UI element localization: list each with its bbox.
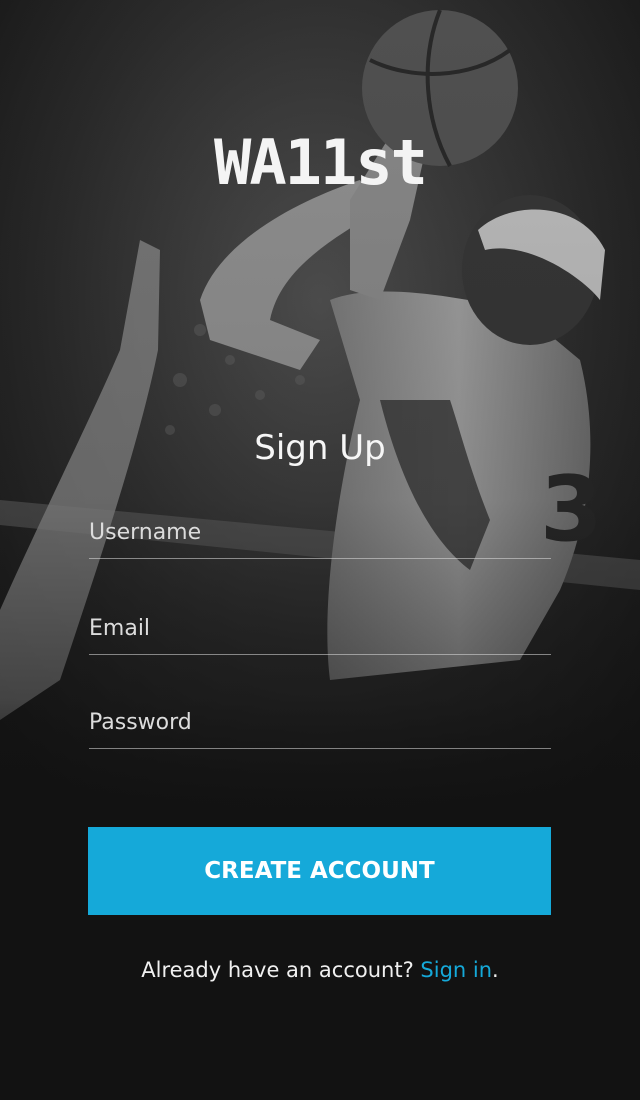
username-field-container <box>89 512 551 559</box>
email-input[interactable] <box>89 608 551 648</box>
password-input[interactable] <box>89 702 551 742</box>
email-field-container <box>89 608 551 655</box>
page-title: Sign Up <box>254 428 386 468</box>
sign-in-prompt-text: Already have an account? <box>141 958 421 982</box>
sign-up-screen: 3 WA11st Sign Up CREATE ACCOUNT Already … <box>0 0 640 1100</box>
create-account-button[interactable]: CREATE ACCOUNT <box>88 827 551 915</box>
sign-in-prompt-period: . <box>492 958 499 982</box>
password-field-container <box>89 702 551 749</box>
sign-in-prompt: Already have an account? Sign in. <box>0 954 640 986</box>
app-logo: WA11st <box>214 126 428 199</box>
username-input[interactable] <box>89 512 551 552</box>
sign-in-link[interactable]: Sign in <box>420 958 492 982</box>
